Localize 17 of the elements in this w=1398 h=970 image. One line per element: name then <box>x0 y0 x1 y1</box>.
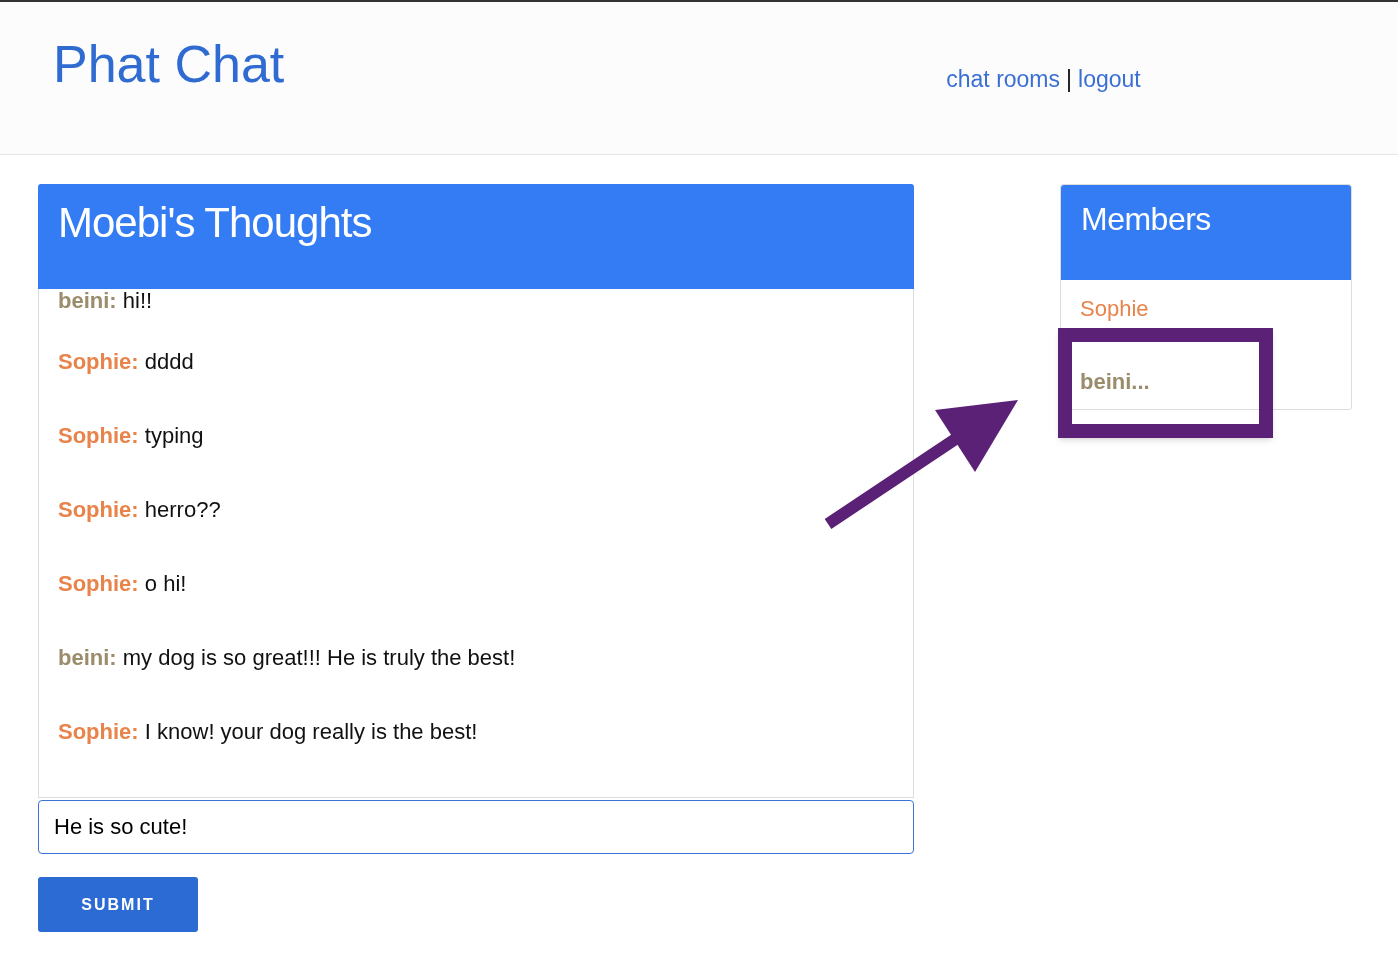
site-title: Phat Chat <box>53 34 285 94</box>
chat-message: beini: my dog is so great!!! He is truly the best! <box>58 646 517 670</box>
member-name: Sophie <box>1079 296 1150 322</box>
submit-button[interactable]: SUBMIT <box>38 877 198 932</box>
chat-rooms-link[interactable]: chat rooms <box>946 64 1061 94</box>
chat-message: Sophie: herro?? <box>58 498 222 522</box>
chat-message: beini: hi!! <box>58 289 154 313</box>
member-name: beini... <box>1079 369 1151 395</box>
message-input[interactable]: He is so cute! <box>38 800 914 854</box>
chat-message: Sophie: o hi! <box>58 572 188 596</box>
link-separator: | <box>1066 65 1072 94</box>
logout-link[interactable]: logout <box>1078 64 1141 94</box>
room-title: Moebi's Thoughts <box>58 199 372 246</box>
chat-message: Sophie: dddd <box>58 350 195 374</box>
chat-message: Sophie: typing <box>58 424 205 448</box>
chat-message: Sophie: I know! your dog really is the best! <box>58 720 479 744</box>
members-title: Members <box>1081 201 1211 237</box>
